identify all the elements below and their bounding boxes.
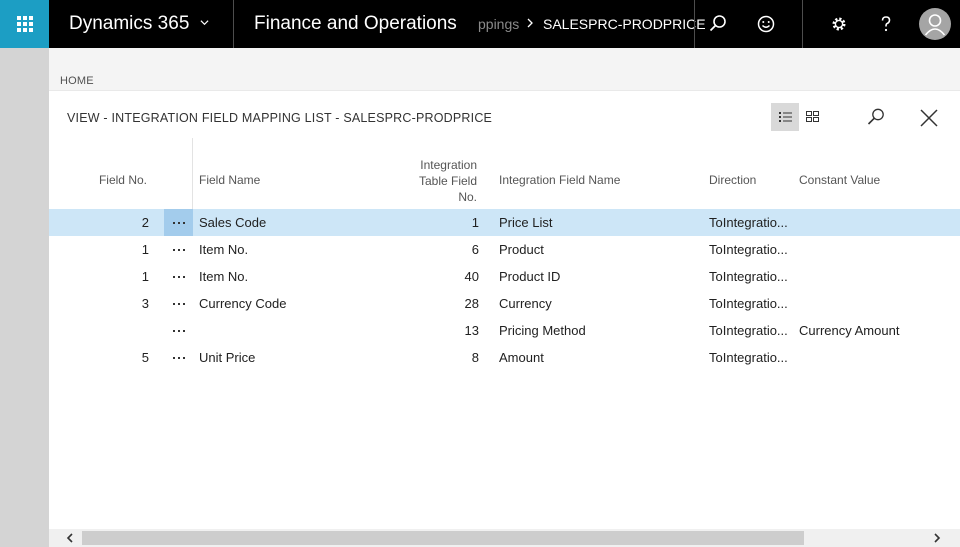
cell-integration-field-name: Currency: [499, 296, 552, 311]
row-actions-icon[interactable]: [164, 317, 193, 344]
table-row[interactable]: 1 Item No. 40 Product ID ToIntegratio...: [49, 263, 960, 290]
cell-integration-table-field-no: 6: [471, 242, 479, 257]
cell-integration-field-name: Product: [499, 242, 544, 257]
header-line: No.: [458, 190, 477, 204]
home-strip: HOME: [49, 48, 960, 90]
cell-field-name: Unit Price: [199, 350, 256, 365]
cell-integration-field-name: Pricing Method: [499, 323, 586, 338]
header-integration-table-field-no[interactable]: Integration Table Field No.: [389, 157, 477, 205]
help-icon[interactable]: [874, 12, 898, 36]
grid-view-button[interactable]: [799, 103, 827, 131]
brand-name[interactable]: Dynamics 365: [69, 13, 189, 35]
search-button[interactable]: [862, 103, 890, 131]
cell-direction: ToIntegratio...: [709, 296, 788, 311]
search-icon[interactable]: [706, 12, 730, 36]
cell-field-name: Sales Code: [199, 215, 267, 230]
cell-integration-table-field-no: 40: [464, 269, 479, 284]
topbar-separator: [233, 0, 234, 48]
cell-constant-value: Currency Amount: [799, 323, 900, 338]
table-row[interactable]: 2 Sales Code 1 Price List ToIntegratio...: [49, 209, 960, 236]
top-navigation-bar: Dynamics 365 Finance and Operations ppin…: [0, 0, 960, 48]
left-navigation-rail: [0, 48, 49, 547]
header-integration-field-name[interactable]: Integration Field Name: [499, 173, 620, 187]
header-field-name[interactable]: Field Name: [199, 173, 260, 187]
topbar-separator: [694, 0, 695, 48]
row-actions-icon[interactable]: [164, 263, 193, 290]
header-line: Integration: [420, 158, 477, 172]
cell-integration-field-name: Product ID: [499, 269, 561, 284]
chevron-down-icon[interactable]: [200, 18, 209, 27]
cell-integration-table-field-no: 13: [464, 323, 479, 338]
scroll-left-icon[interactable]: [65, 533, 75, 543]
list-view-button[interactable]: [771, 103, 799, 131]
table-row[interactable]: 13 Pricing Method ToIntegratio... Currency …: [49, 317, 960, 344]
cell-integration-field-name: Price List: [499, 215, 553, 230]
close-icon: [920, 109, 938, 127]
horizontal-scrollbar[interactable]: [49, 529, 960, 547]
page-title: VIEW - INTEGRATION FIELD MAPPING LIST - …: [67, 111, 493, 125]
cell-field-no: 3: [141, 296, 149, 311]
search-icon: [867, 108, 884, 125]
header-direction[interactable]: Direction: [709, 173, 756, 187]
app-title[interactable]: Finance and Operations: [254, 13, 457, 35]
column-divider: [192, 138, 193, 212]
gear-icon[interactable]: [827, 12, 851, 36]
cell-direction: ToIntegratio...: [709, 242, 788, 257]
cell-integration-table-field-no: 8: [471, 350, 479, 365]
cell-direction: ToIntegratio...: [709, 215, 788, 230]
header-constant-value[interactable]: Constant Value: [799, 173, 880, 187]
cell-integration-table-field-no: 28: [464, 296, 479, 311]
waffle-icon[interactable]: [0, 0, 49, 48]
cell-direction: ToIntegratio...: [709, 269, 788, 284]
list-view-icon: [779, 112, 792, 122]
cell-field-no: 1: [141, 269, 149, 284]
smiley-icon[interactable]: [754, 12, 778, 36]
breadcrumb-chevron-icon: [527, 18, 533, 28]
scrollbar-thumb[interactable]: [82, 531, 804, 545]
row-actions-icon[interactable]: [164, 209, 193, 236]
cell-field-name: Item No.: [199, 269, 249, 284]
breadcrumb-current[interactable]: SALESPRC-PRODPRICE: [543, 16, 706, 32]
cell-field-no: 2: [141, 215, 149, 230]
header-line: Table Field: [418, 174, 477, 188]
grid-view-icon: [806, 111, 819, 122]
row-actions-icon[interactable]: [164, 344, 193, 371]
cell-direction: ToIntegratio...: [709, 350, 788, 365]
main-panel: VIEW - INTEGRATION FIELD MAPPING LIST - …: [49, 91, 960, 547]
row-actions-icon[interactable]: [164, 236, 193, 263]
table-row[interactable]: 5 Unit Price 8 Amount ToIntegratio...: [49, 344, 960, 371]
cell-field-no: 5: [141, 350, 149, 365]
breadcrumb-previous[interactable]: ppings: [478, 16, 519, 32]
close-button[interactable]: [915, 103, 943, 131]
topbar-separator: [802, 0, 803, 48]
scroll-right-icon[interactable]: [932, 533, 942, 543]
cell-field-no: 1: [141, 242, 149, 257]
home-link[interactable]: HOME: [60, 75, 94, 87]
table-row[interactable]: 1 Item No. 6 Product ToIntegratio...: [49, 236, 960, 263]
cell-field-name: Item No.: [199, 242, 249, 257]
cell-integration-field-name: Amount: [499, 350, 544, 365]
cell-integration-table-field-no: 1: [471, 215, 479, 230]
header-field-no[interactable]: Field No.: [87, 173, 147, 187]
table-row[interactable]: 3 Currency Code 28 Currency ToIntegratio...: [49, 290, 960, 317]
cell-direction: ToIntegratio...: [709, 323, 788, 338]
cell-field-name: Currency Code: [199, 296, 287, 311]
row-actions-icon[interactable]: [164, 290, 193, 317]
user-avatar-icon[interactable]: [919, 8, 951, 40]
